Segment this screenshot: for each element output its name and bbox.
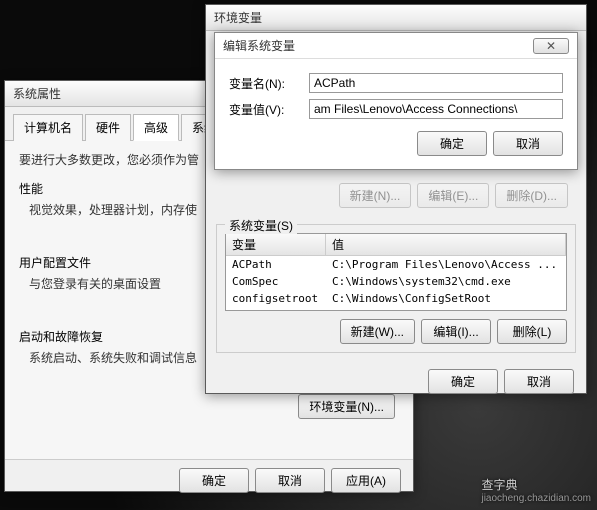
new-sys-var-button[interactable]: 新建(W)... bbox=[340, 319, 415, 344]
close-icon: ✕ bbox=[546, 39, 556, 53]
cell-name: configsetroot bbox=[226, 291, 326, 306]
apply-button[interactable]: 应用(A) bbox=[331, 468, 401, 493]
delete-user-var-button[interactable]: 删除(D)... bbox=[495, 183, 568, 208]
delete-sys-var-button[interactable]: 删除(L) bbox=[497, 319, 567, 344]
cell-name: ComSpec bbox=[226, 274, 326, 289]
cancel-button[interactable]: 取消 bbox=[504, 369, 574, 394]
dialog-buttons: 确定 取消 bbox=[206, 361, 586, 402]
sys-var-buttons: 新建(W)... 编辑(I)... 删除(L) bbox=[225, 311, 567, 344]
titlebar[interactable]: 环境变量 bbox=[206, 5, 586, 31]
var-name-label: 变量名(N): bbox=[229, 75, 309, 92]
ok-button[interactable]: 确定 bbox=[179, 468, 249, 493]
ok-button[interactable]: 确定 bbox=[417, 131, 487, 156]
var-name-input[interactable] bbox=[309, 73, 563, 93]
ok-button[interactable]: 确定 bbox=[428, 369, 498, 394]
cell-name: ACPath bbox=[226, 257, 326, 272]
cell-value: C:\Windows\ConfigSetRoot bbox=[326, 291, 566, 306]
list-header: 变量 值 bbox=[226, 234, 566, 256]
cell-value: C:\Windows\system32\cmd.exe bbox=[326, 274, 566, 289]
table-row[interactable]: ACPath C:\Program Files\Lenovo\Access ..… bbox=[226, 256, 566, 273]
cell-value: C:\Program Files\Lenovo\Access ... bbox=[326, 257, 566, 272]
user-var-buttons: 新建(N)... 编辑(E)... 删除(D)... bbox=[206, 175, 586, 216]
edit-variable-dialog: 编辑系统变量 ✕ 变量名(N): 变量值(V): 确定 取消 bbox=[214, 32, 578, 170]
system-vars-label: 系统变量(S) bbox=[225, 217, 297, 234]
new-user-var-button[interactable]: 新建(N)... bbox=[339, 183, 412, 208]
edit-user-var-button[interactable]: 编辑(E)... bbox=[417, 183, 489, 208]
system-vars-group: 系统变量(S) 变量 值 ACPath C:\Program Files\Len… bbox=[216, 224, 576, 353]
tab-computer-name[interactable]: 计算机名 bbox=[13, 114, 83, 141]
table-row[interactable]: configsetroot C:\Windows\ConfigSetRoot bbox=[226, 290, 566, 307]
dialog-buttons: 确定 取消 bbox=[229, 125, 563, 156]
header-val[interactable]: 值 bbox=[326, 234, 566, 255]
window-title: 环境变量 bbox=[214, 9, 578, 26]
var-value-label: 变量值(V): bbox=[229, 101, 309, 118]
var-value-input[interactable] bbox=[309, 99, 563, 119]
window-title: 编辑系统变量 bbox=[223, 37, 533, 54]
tab-hardware[interactable]: 硬件 bbox=[85, 114, 131, 141]
titlebar[interactable]: 编辑系统变量 ✕ bbox=[215, 33, 577, 59]
cancel-button[interactable]: 取消 bbox=[255, 468, 325, 493]
header-var[interactable]: 变量 bbox=[226, 234, 326, 255]
table-row[interactable]: ComSpec C:\Windows\system32\cmd.exe bbox=[226, 273, 566, 290]
system-vars-list[interactable]: 变量 值 ACPath C:\Program Files\Lenovo\Acce… bbox=[225, 233, 567, 311]
close-button[interactable]: ✕ bbox=[533, 38, 569, 54]
dialog-buttons: 确定 取消 应用(A) bbox=[5, 459, 413, 501]
cancel-button[interactable]: 取消 bbox=[493, 131, 563, 156]
edit-sys-var-button[interactable]: 编辑(I)... bbox=[421, 319, 491, 344]
dialog-content: 变量名(N): 变量值(V): 确定 取消 bbox=[215, 59, 577, 162]
tab-advanced[interactable]: 高级 bbox=[133, 114, 179, 141]
